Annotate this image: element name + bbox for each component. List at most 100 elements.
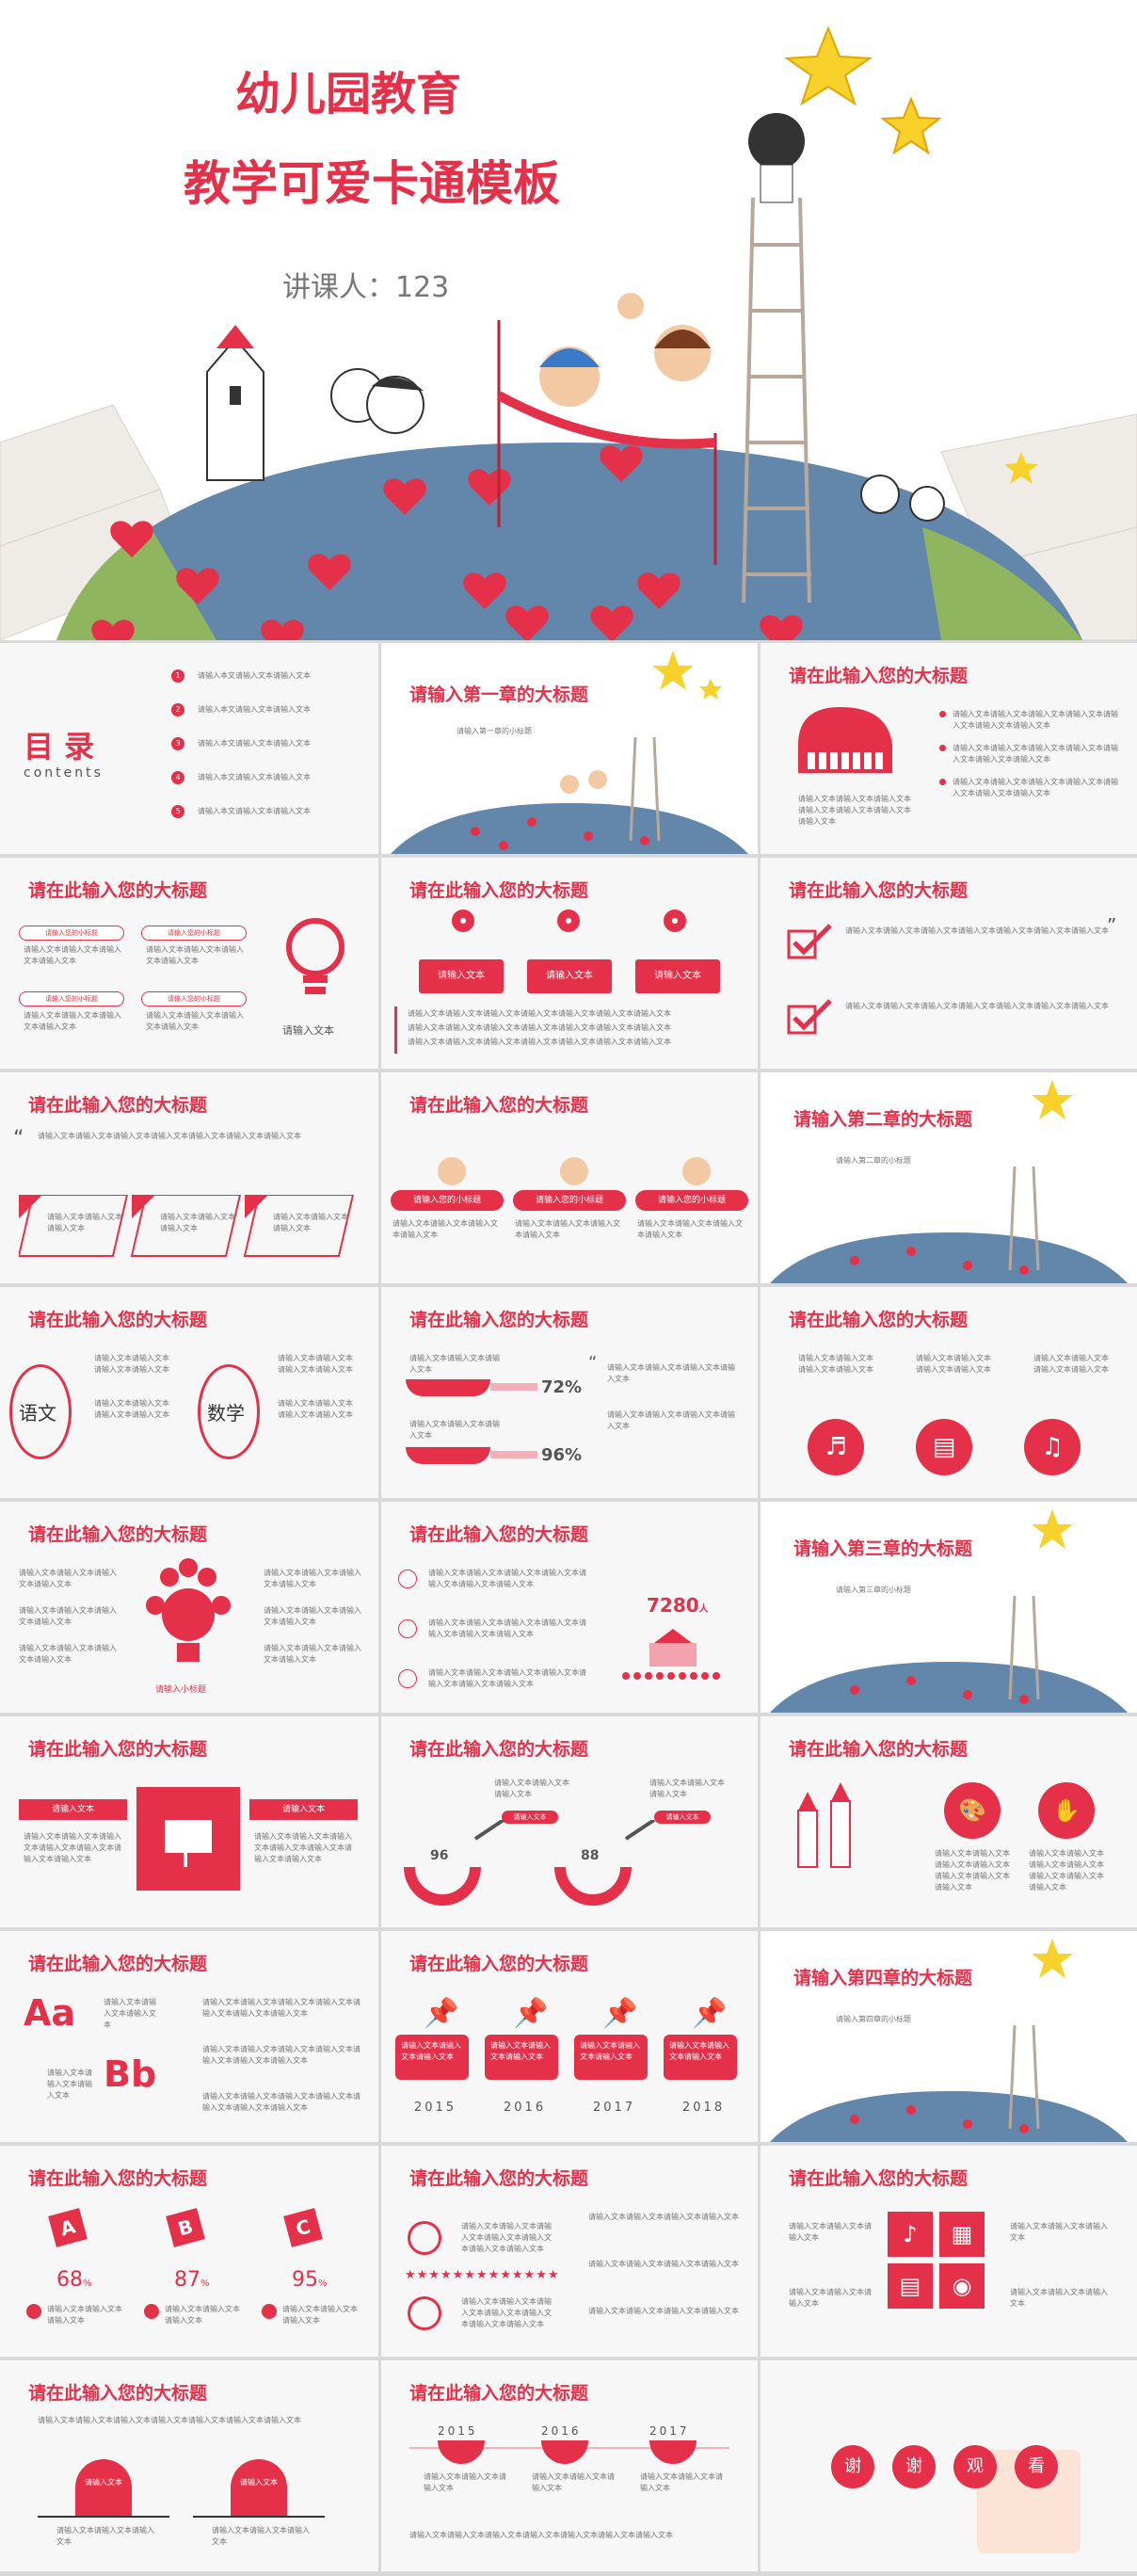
chapter1-slide[interactable]: 请输入第一章的大标题 请输入第一章的小标题: [381, 643, 758, 854]
toc-slide[interactable]: 目 录 contents 1 请输入本文请输入文本请输入文本 2 请输入本文请输入文…: [0, 643, 378, 854]
people-unit: 人: [698, 1604, 709, 1615]
alphabet-slide[interactable]: 请在此输入您的大标题 Aa Bb 请输入文本请输入文本请输入文本 请输入文本请输…: [0, 1931, 378, 2142]
year-card[interactable]: 请输入文本请输入文本请输入文本: [485, 2035, 558, 2080]
body-text: 请输入文本请输入文本请输入文本请输入文本: [607, 1363, 735, 1383]
slide-grid: 目 录 contents 1 请输入本文请输入文本请输入文本 2 请输入本文请输入文…: [0, 643, 1137, 2571]
chapter4-title: 请输入第四章的大标题: [793, 1968, 973, 1988]
rating-slide[interactable]: 请在此输入您的大标题 请输入文本请输入文本请输入文本请输入文本请输入文本请输入文…: [381, 2146, 758, 2357]
music-note-icon[interactable]: ♫: [1024, 1419, 1081, 1475]
icon-tiles-slide[interactable]: 请在此输入您的大标题 请输入文本请输入文本请输入文本 请输入文本请输入文本请输入…: [761, 2146, 1137, 2357]
toc-label: 请输入本文请输入文本请输入文本: [198, 671, 311, 680]
pill-label[interactable]: 请输入您的小标题: [513, 1190, 626, 1211]
hand-icon[interactable]: ✋: [1038, 1782, 1095, 1839]
toc-item[interactable]: 5 请输入本文请输入文本请输入文本: [141, 802, 329, 836]
people-count-slide[interactable]: 请在此输入您的大标题 请输入文本请输入文本请输入文本请输入文本请输入文本请输入文…: [381, 1502, 758, 1713]
year-card[interactable]: 请输入文本请输入文本请输入文本: [664, 2035, 737, 2080]
toc-number: 3: [171, 737, 184, 750]
slide-gallery: 幼儿园教育 教学可爱卡通模板 讲课人：123 目 录 contents 1 请输入…: [0, 0, 1137, 2576]
pin-icon: 📌: [602, 1997, 638, 2030]
body-text: 请输入文本请输入文本请输入文本: [104, 1998, 156, 2029]
letters-bb: Bb: [104, 2053, 157, 2095]
body-text: 请输入文本请输入文本请输入文本请输入文本: [19, 1644, 117, 1664]
timeline-pin-slide[interactable]: 请在此输入您的大标题 请输入文本请输入文本请输入文本 请输入文本请输入文本请输入…: [381, 1931, 758, 2142]
box-3[interactable]: 请输入文本: [635, 959, 720, 993]
parallelogram-slide[interactable]: 请在此输入您的大标题 “ 请输入文本请输入文本请输入文本请输入文本请输入文本请输…: [0, 1072, 378, 1283]
year-card[interactable]: 请输入文本请输入文本请输入文本: [574, 2035, 648, 2080]
slide-heading: 请在此输入您的大标题: [28, 1310, 208, 1330]
slide-heading: 请在此输入您的大标题: [409, 2383, 589, 2404]
chapter3-slide[interactable]: 请输入第三章的大标题 请输入第三章的小标题: [761, 1502, 1137, 1713]
check-icon: [787, 999, 832, 1035]
body-text: 请输入文本请输入文本请输入文本请输入文本请输入文本请输入文本请输入文本: [428, 1618, 586, 1638]
pill-label[interactable]: 请输入您的小标题: [391, 1190, 504, 1211]
idea-bulb-slide[interactable]: 请在此输入您的大标题 请输入文本请输入文本请输入文本请输入文本 请输入文本请输入…: [0, 1502, 378, 1713]
body-text: 请输入文本请输入文本请输入文本: [532, 2472, 615, 2492]
body-text: 请输入文本请输入文本请输入文本请输入文本: [637, 1219, 743, 1239]
castle-icon: [622, 1629, 720, 1680]
subjects-slide[interactable]: 请在此输入您的大标题 语文 请输入文本请输入文本请输入文本请输入文本 请输入文本…: [0, 1287, 378, 1498]
arch-right: 请输入文本: [231, 2459, 287, 2516]
arch-slide[interactable]: 请在此输入您的大标题 请输入文本请输入文本请输入文本请输入文本请输入文本请输入文…: [0, 2360, 378, 2571]
music-slide[interactable]: 请在此输入您的大标题 请输入文本请输入文本请输入文本请输入文本 请输入文本请输入…: [761, 1287, 1137, 1498]
gauge-slide[interactable]: 请在此输入您的大标题 请输入文本请输入文本请输入文本 请输入文本 请输入文本请输…: [381, 1716, 758, 1927]
progress-track: [490, 1383, 537, 1391]
year-arrow-slide[interactable]: 请在此输入您的大标题 2015 2016 2017 请输入文本请输入文本请输入文…: [381, 2360, 758, 2571]
percent-72: 72%: [541, 1377, 583, 1397]
body-text: 请输入文本请输入文本请输入文本请输入文本: [1033, 1354, 1109, 1374]
music-note-icon[interactable]: ♪: [888, 2212, 933, 2257]
pill-label[interactable]: 请输入您的小标题: [635, 1190, 748, 1211]
thanks-slide[interactable]: 谢 谢 观 看: [761, 2360, 1137, 2571]
palette-slide[interactable]: 请在此输入您的大标题 🎨 ✋ 请输入文本请输入文本请输入文本请输入文本请输入文本…: [761, 1716, 1137, 1927]
body-text: 请输入文本请输入文本请输入文本请输入文本请输入文本请输入文本请输入文本: [845, 1002, 1109, 1010]
piano-slide[interactable]: 请在此输入您的大标题 请输入文本请输入文本请输入文本请输入文本请输入文本请输入文…: [761, 643, 1137, 854]
abc-percent-slide[interactable]: 请在此输入您的大标题 A B C 68% 87% 95% 请输入文本请输入文本请…: [0, 2146, 378, 2357]
toc-number: 5: [171, 805, 184, 818]
cover-slide[interactable]: 幼儿园教育 教学可爱卡通模板 讲课人：123: [0, 0, 1137, 640]
toc-item[interactable]: 2 请输入本文请输入文本请输入文本: [141, 700, 329, 734]
percent-slide[interactable]: 请在此输入您的大标题 请输入文本请输入文本请输入文本 72% 请输入文本请输入文…: [381, 1287, 758, 1498]
bulb-slide[interactable]: 请在此输入您的大标题 请输入您的小标题 请输入您的小标题 请输入文本请输入文本请…: [0, 858, 378, 1069]
slide-heading: 请在此输入您的大标题: [789, 666, 969, 686]
body-text: 请输入文本请输入文本请输入文本: [409, 1420, 500, 1440]
newspaper-icon[interactable]: ▤: [888, 2263, 933, 2309]
chapter4-illustration: [770, 2025, 1128, 2142]
chapter3-illustration: [770, 1596, 1128, 1713]
user-icon: [26, 2304, 41, 2319]
body-text: 请输入文本请输入文本请输入文本请输入文本: [94, 1354, 169, 1374]
toc-item[interactable]: 3 请输入本文请输入文本请输入文本: [141, 734, 329, 768]
slide-heading: 请在此输入您的大标题: [409, 880, 589, 901]
blackboard-icon: [136, 1787, 240, 1891]
toc-item[interactable]: 4 请输入本文请输入文本请输入文本: [141, 768, 329, 802]
toc-number: 4: [171, 771, 184, 784]
child-avatar: [682, 1157, 711, 1185]
slide-heading: 请在此输入您的大标题: [409, 1954, 589, 1974]
calculator-icon[interactable]: ▦: [939, 2212, 985, 2257]
board-slide[interactable]: 请在此输入您的大标题 请输入文本 请输入文本 请输入文本请输入文本请输入文本请输…: [0, 1716, 378, 1927]
body-text: 请输入文本请输入文本请输入文本: [282, 2305, 358, 2325]
three-box-slide[interactable]: 请在此输入您的大标题 ● ● ● 请输入文本 请输入文本 请输入文本 请输入文本…: [381, 858, 758, 1069]
chapter4-slide[interactable]: 请输入第四章的大标题 请输入第四章的小标题: [761, 1931, 1137, 2142]
year-card[interactable]: 请输入文本请输入文本请输入文本: [395, 2035, 469, 2080]
kids-pill-slide[interactable]: 请在此输入您的大标题 请输入您的小标题 请输入您的小标题 请输入您的小标题 请输…: [381, 1072, 758, 1283]
pin-icon: 📌: [513, 1997, 549, 2030]
edit-icon: [398, 1619, 417, 1638]
badge-a-icon: [408, 2221, 441, 2255]
chapter3-title: 请输入第三章的大标题: [793, 1538, 973, 1559]
chapter2-slide[interactable]: 请输入第二章的大标题 请输入第二章的小标题: [761, 1072, 1137, 1283]
slide-heading: 请在此输入您的大标题: [28, 880, 208, 901]
piano-icon[interactable]: ▤: [916, 1419, 972, 1475]
violin-icon[interactable]: ♬: [808, 1419, 864, 1475]
checkmark-slide[interactable]: 请在此输入您的大标题 请输入文本请输入文本请输入文本请输入文本请输入文本请输入文…: [761, 858, 1137, 1069]
box-1[interactable]: 请输入文本: [419, 959, 504, 993]
body-text: 请输入文本请输入文本请输入文本: [409, 1354, 500, 1374]
cover-title-line1: 幼儿园教育: [234, 68, 461, 121]
slide-heading: 请在此输入您的大标题: [28, 1524, 208, 1545]
toc-label: 请输入本文请输入文本请输入文本: [198, 739, 311, 748]
toc-item[interactable]: 1 请输入本文请输入文本请输入文本: [141, 667, 329, 700]
check-icon: [787, 924, 832, 959]
palette-icon[interactable]: 🎨: [944, 1782, 1001, 1839]
box-2[interactable]: 请输入文本: [527, 959, 612, 993]
palette-icon[interactable]: ◉: [939, 2263, 985, 2309]
bullet-item: 请输入文本请输入文本请输入文本请输入文本请输入文本请输入文本请输入文本: [939, 777, 1118, 799]
slide-heading: 请在此输入您的大标题: [789, 2168, 969, 2189]
